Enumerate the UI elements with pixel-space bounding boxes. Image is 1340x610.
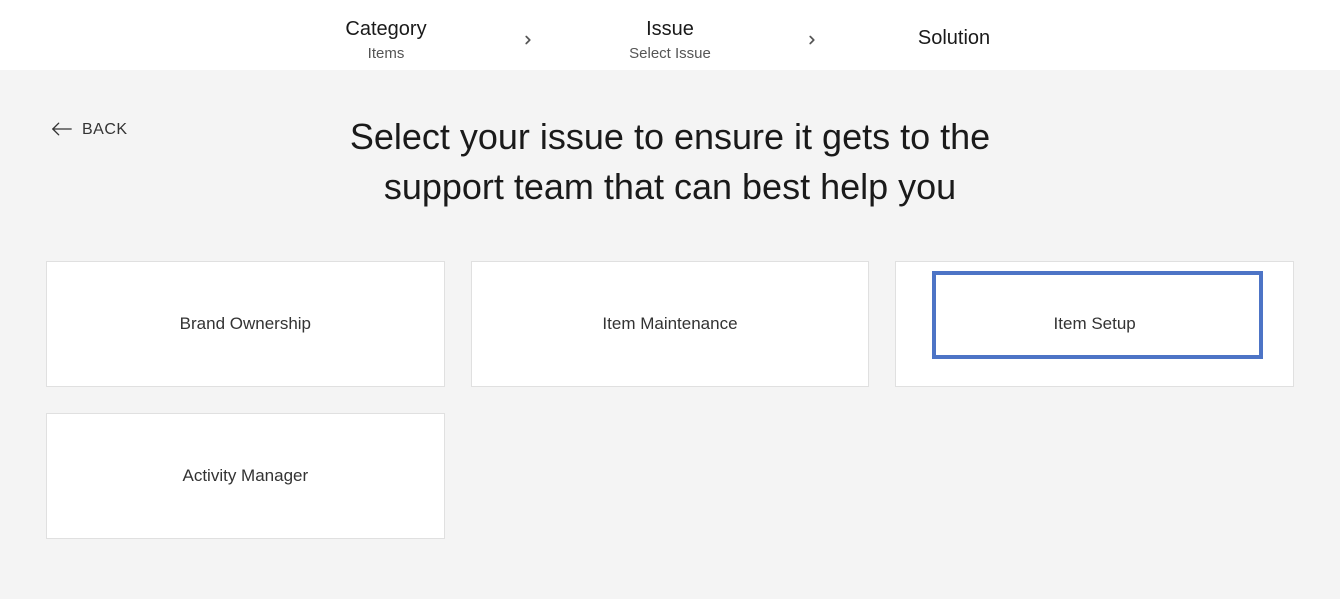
breadcrumb-title: Solution (918, 27, 990, 50)
breadcrumb-step-solution[interactable]: Solution (879, 27, 1029, 54)
issue-card-label: Item Maintenance (602, 314, 737, 334)
chevron-right-icon (521, 29, 535, 51)
back-button[interactable]: BACK (52, 120, 128, 140)
issue-card-label: Brand Ownership (180, 314, 311, 334)
breadcrumb-subtitle: Select Issue (629, 45, 711, 62)
breadcrumb: Category Items Issue Select Issue Soluti… (0, 0, 1340, 70)
breadcrumb-title: Issue (646, 18, 694, 41)
chevron-right-icon (805, 29, 819, 51)
issue-card-item-setup[interactable]: Item Setup (895, 261, 1294, 387)
issue-card-brand-ownership[interactable]: Brand Ownership (46, 261, 445, 387)
main-panel: BACK Select your issue to ensure it gets… (0, 70, 1340, 599)
page-title: Select your issue to ensure it gets to t… (290, 112, 1050, 213)
arrow-left-icon (52, 120, 72, 140)
issue-card-label: Activity Manager (182, 466, 308, 486)
issue-grid: Brand Ownership Item Maintenance Item Se… (46, 261, 1294, 539)
issue-card-label: Item Setup (1054, 314, 1136, 334)
breadcrumb-title: Category (345, 18, 426, 41)
breadcrumb-subtitle: Items (368, 45, 405, 62)
issue-card-activity-manager[interactable]: Activity Manager (46, 413, 445, 539)
breadcrumb-step-issue[interactable]: Issue Select Issue (595, 18, 745, 62)
back-label: BACK (82, 121, 128, 139)
issue-card-item-maintenance[interactable]: Item Maintenance (471, 261, 870, 387)
breadcrumb-step-category[interactable]: Category Items (311, 18, 461, 62)
